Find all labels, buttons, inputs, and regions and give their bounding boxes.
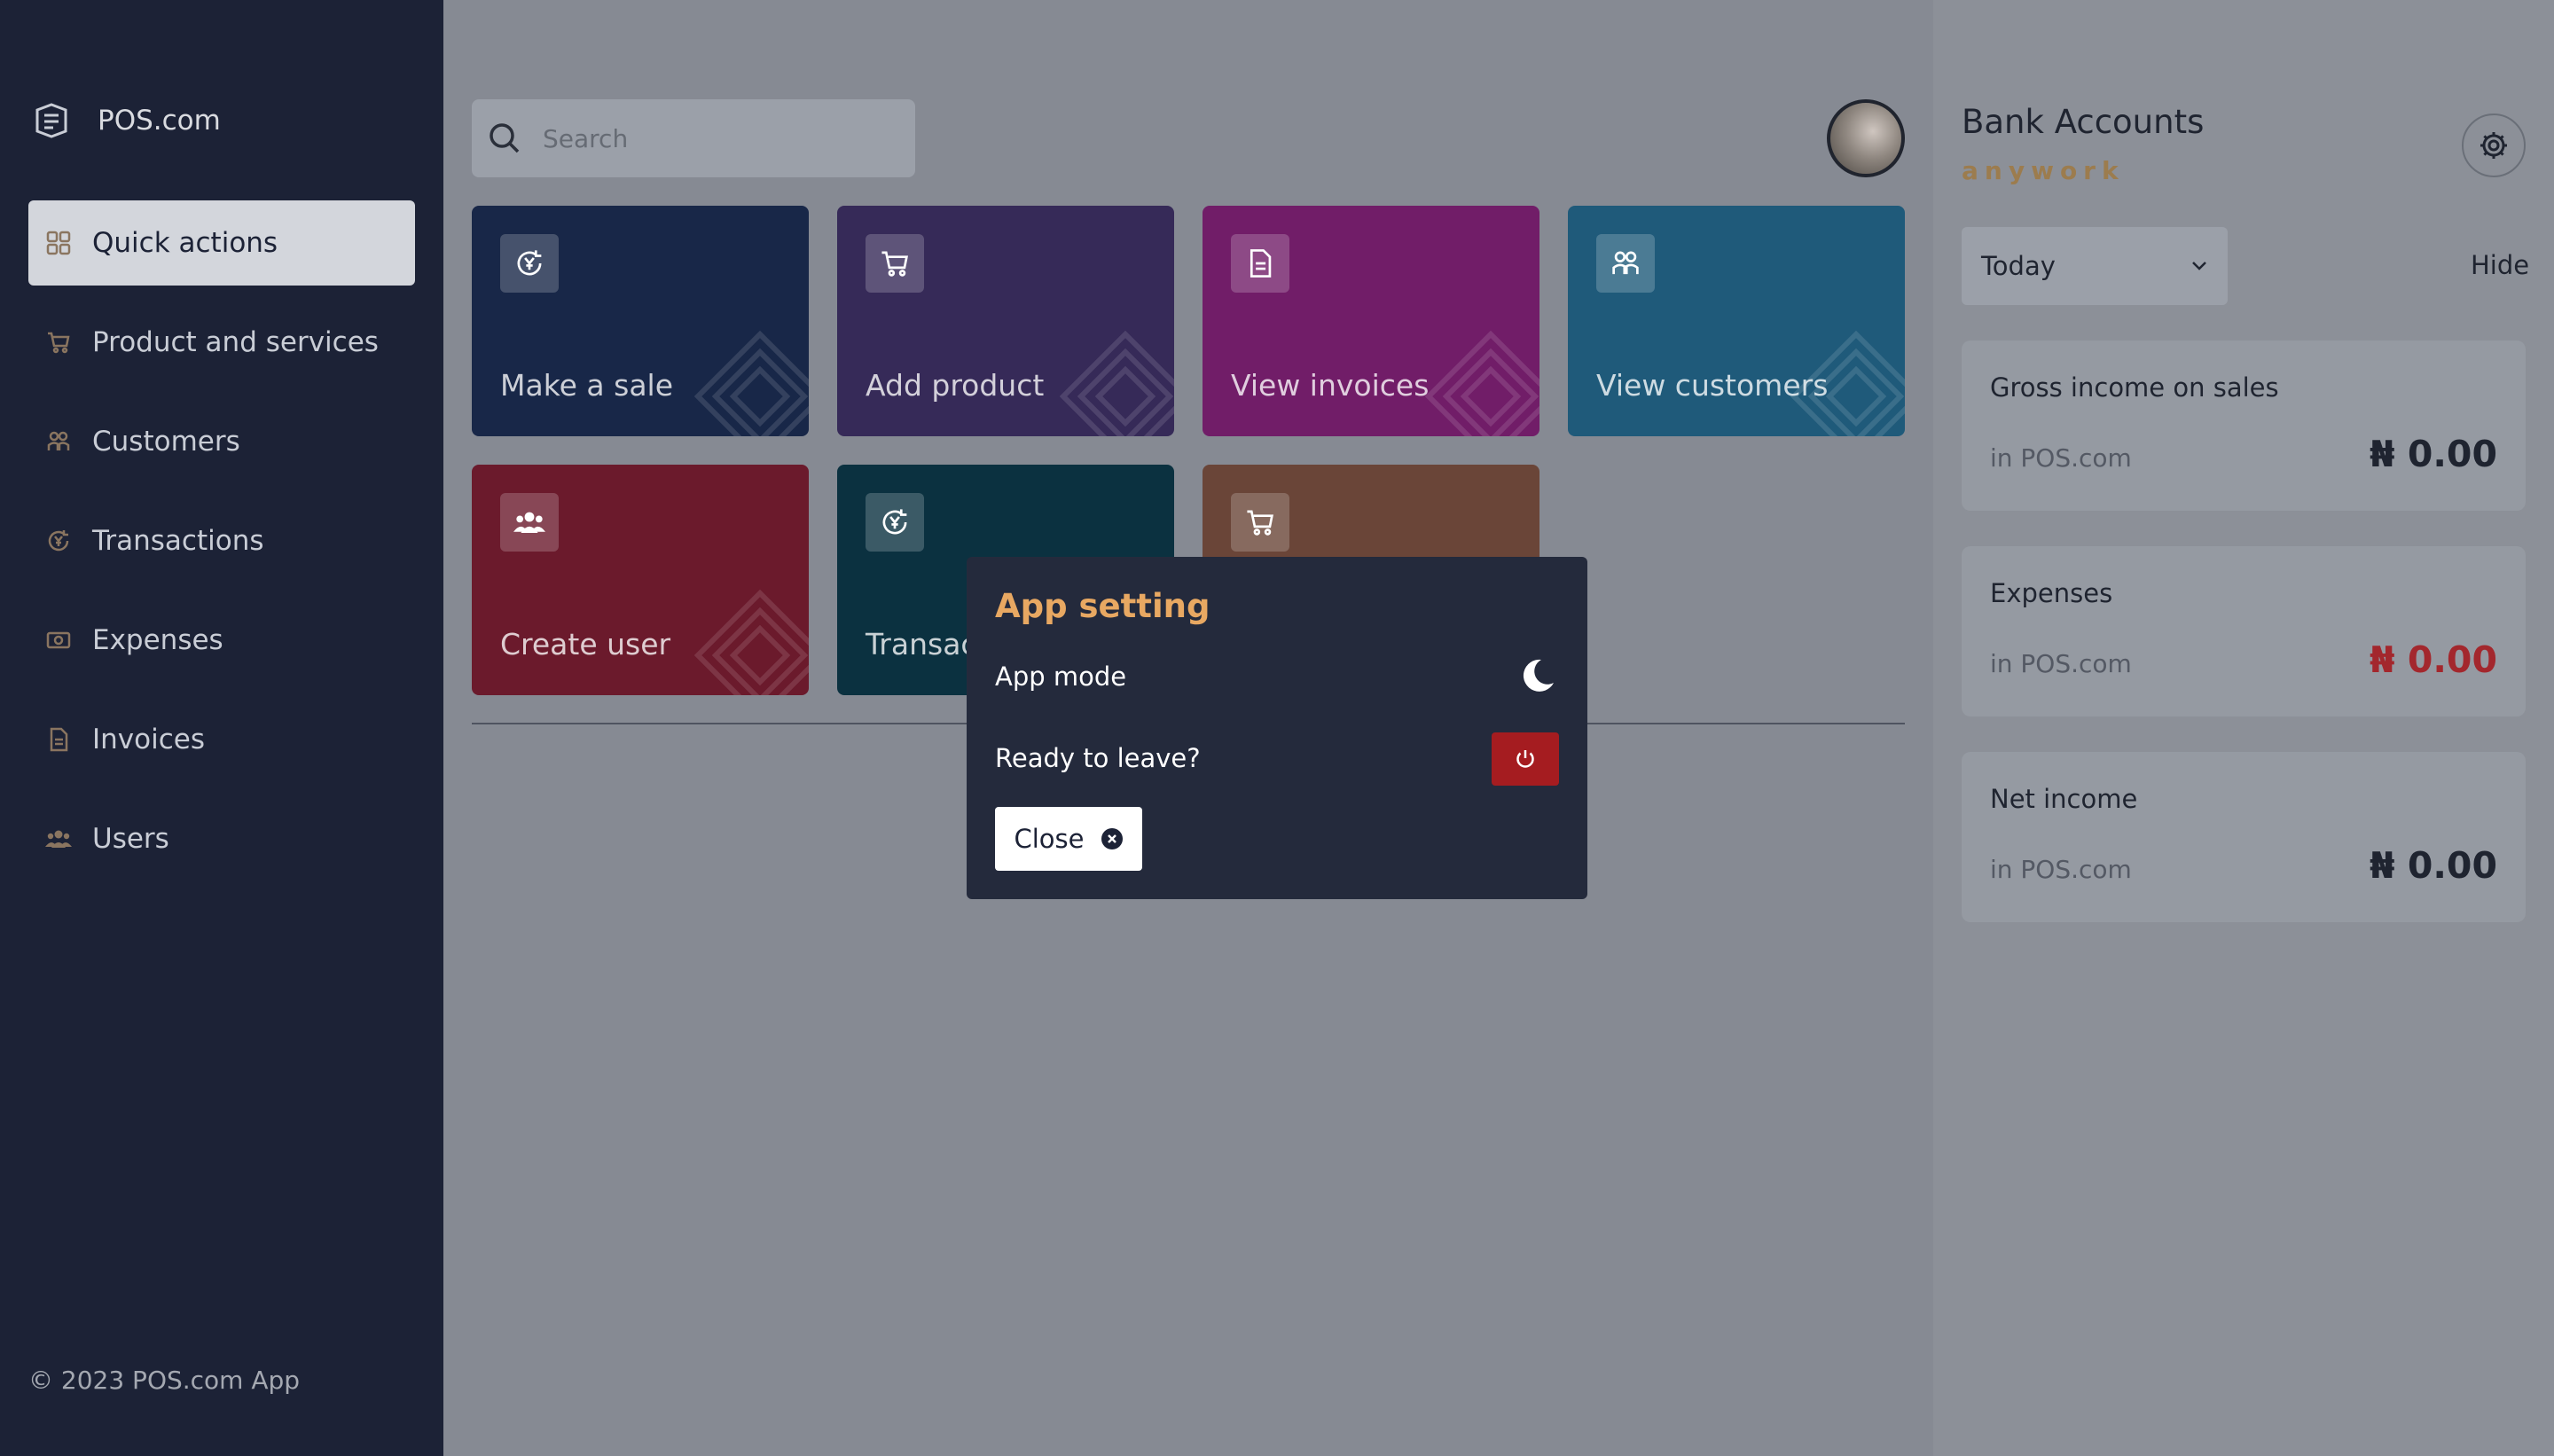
customers-icon bbox=[1596, 234, 1655, 293]
sidebar-item-label: Quick actions bbox=[92, 227, 278, 259]
tile-create-user[interactable]: Create user bbox=[472, 465, 809, 695]
sidebar-item-label: Product and services bbox=[92, 326, 379, 358]
search-bar[interactable] bbox=[472, 99, 915, 177]
transaction-icon bbox=[866, 493, 924, 552]
users-icon bbox=[44, 825, 73, 853]
search-input[interactable] bbox=[543, 123, 880, 153]
diamond-pattern-icon bbox=[693, 589, 809, 695]
sidebar: POS.com Quick actions Product and servic… bbox=[0, 0, 443, 1456]
card-value: ₦ 0.00 bbox=[2370, 844, 2497, 887]
summary-card-expenses: Expenses in POS.com ₦ 0.00 bbox=[1962, 546, 2526, 716]
close-label: Close bbox=[1014, 824, 1085, 854]
hide-button[interactable]: Hide bbox=[2471, 250, 2529, 280]
tile-view-customers[interactable]: View customers bbox=[1568, 206, 1905, 436]
tile-label: Make a sale bbox=[500, 368, 674, 403]
tile-label: Create user bbox=[500, 627, 671, 661]
gear-icon bbox=[2480, 132, 2507, 159]
tile-view-invoices[interactable]: View invoices bbox=[1203, 206, 1539, 436]
card-subtitle: in POS.com bbox=[1990, 855, 2132, 884]
sidebar-item-customers[interactable]: Customers bbox=[28, 399, 415, 484]
card-title: Gross income on sales bbox=[1990, 372, 2279, 403]
card-title: Net income bbox=[1990, 784, 2138, 814]
avatar[interactable] bbox=[1827, 99, 1905, 177]
tile-label: View customers bbox=[1596, 368, 1829, 403]
invoice-icon bbox=[1231, 234, 1289, 293]
sidebar-item-expenses[interactable]: Expenses bbox=[28, 598, 415, 683]
tile-label: Add product bbox=[866, 368, 1045, 403]
tile-label: View invoices bbox=[1231, 368, 1430, 403]
tile-add-product[interactable]: Add product bbox=[837, 206, 1174, 436]
transaction-icon bbox=[500, 234, 559, 293]
sidebar-item-label: Transactions bbox=[92, 525, 264, 557]
users-icon bbox=[500, 493, 559, 552]
modal-title: App setting bbox=[995, 587, 1210, 625]
period-select[interactable]: Today bbox=[1962, 227, 2228, 305]
card-value: ₦ 0.00 bbox=[2370, 433, 2497, 475]
transaction-icon bbox=[44, 527, 73, 555]
diamond-pattern-icon bbox=[693, 330, 809, 436]
sidebar-item-label: Invoices bbox=[92, 724, 205, 755]
brand-name: POS.com bbox=[98, 105, 221, 137]
sidebar-footer: © 2023 POS.com App bbox=[28, 1366, 301, 1395]
brand[interactable]: POS.com bbox=[30, 99, 221, 142]
card-title: Expenses bbox=[1990, 578, 2113, 608]
sidebar-item-label: Customers bbox=[92, 426, 240, 458]
settings-button[interactable] bbox=[2462, 114, 2526, 177]
pos-logo-icon bbox=[35, 103, 67, 138]
period-value: Today bbox=[1981, 251, 2056, 281]
close-button[interactable]: Close bbox=[995, 807, 1142, 871]
invoice-icon bbox=[44, 725, 73, 754]
summary-card-net-income: Net income in POS.com ₦ 0.00 bbox=[1962, 752, 2526, 922]
customers-icon bbox=[44, 427, 73, 456]
power-icon bbox=[1516, 750, 1534, 768]
card-subtitle: in POS.com bbox=[1990, 649, 2132, 678]
logout-button[interactable] bbox=[1492, 732, 1559, 786]
leave-label: Ready to leave? bbox=[995, 743, 1201, 773]
cart-icon bbox=[1231, 493, 1289, 552]
app-setting-modal: App setting App mode Ready to leave? Clo… bbox=[967, 557, 1587, 899]
sidebar-item-product-and-services[interactable]: Product and services bbox=[28, 300, 415, 385]
tile-make-a-sale[interactable]: Make a sale bbox=[472, 206, 809, 436]
sidebar-nav: Quick actions Product and services Custo… bbox=[28, 200, 415, 896]
bank-accounts-panel: Bank Accounts anywork Today Hide Gross i… bbox=[1933, 0, 2554, 1456]
tile-label: Transac bbox=[866, 627, 977, 661]
panel-title: Bank Accounts bbox=[1962, 103, 2205, 141]
search-icon bbox=[490, 123, 520, 153]
grid-icon bbox=[44, 229, 73, 257]
sidebar-item-transactions[interactable]: Transactions bbox=[28, 498, 415, 583]
close-icon bbox=[1101, 828, 1123, 849]
card-subtitle: in POS.com bbox=[1990, 443, 2132, 473]
cart-icon bbox=[866, 234, 924, 293]
cart-icon bbox=[44, 328, 73, 356]
summary-card-gross-income: Gross income on sales in POS.com ₦ 0.00 bbox=[1962, 341, 2526, 511]
sidebar-item-invoices[interactable]: Invoices bbox=[28, 697, 415, 782]
app-mode-label: App mode bbox=[995, 661, 1127, 692]
chevron-down-icon bbox=[2192, 262, 2206, 270]
panel-subtitle: anywork bbox=[1962, 156, 2125, 185]
sidebar-item-quick-actions[interactable]: Quick actions bbox=[28, 200, 415, 286]
card-value: ₦ 0.00 bbox=[2370, 638, 2497, 681]
sidebar-item-label: Users bbox=[92, 823, 169, 855]
sidebar-item-users[interactable]: Users bbox=[28, 796, 415, 881]
diamond-pattern-icon bbox=[1059, 330, 1174, 436]
diamond-pattern-icon bbox=[1424, 330, 1539, 436]
money-icon bbox=[44, 626, 73, 654]
sidebar-item-label: Expenses bbox=[92, 624, 223, 656]
moon-icon[interactable] bbox=[1518, 656, 1557, 695]
